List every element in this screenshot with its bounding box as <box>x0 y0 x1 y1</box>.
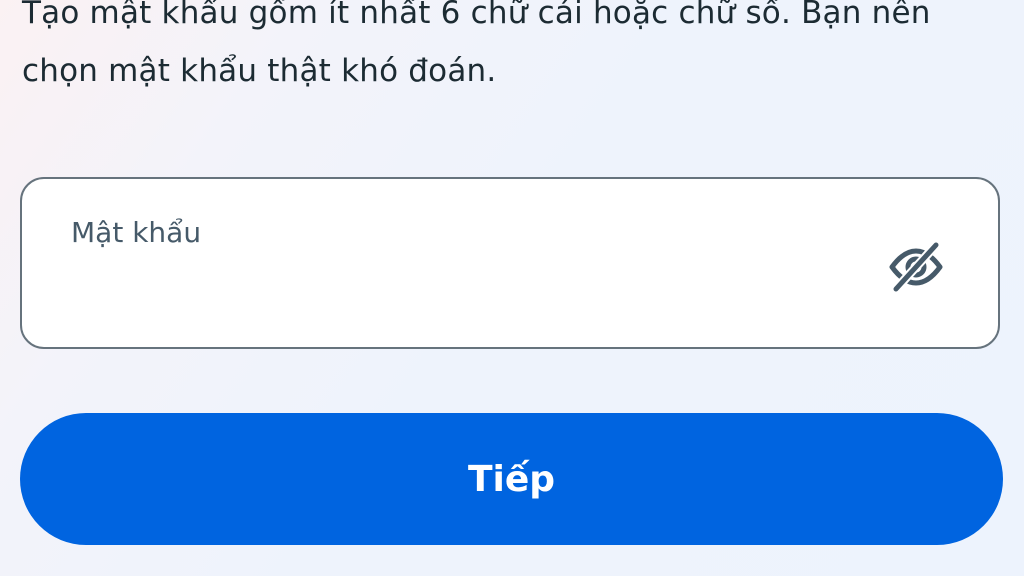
instruction-text: Tạo mật khẩu gồm ít nhất 6 chữ cái hoặc … <box>22 0 931 89</box>
password-input[interactable] <box>70 261 850 301</box>
password-field[interactable]: Mật khẩu <box>20 177 1000 349</box>
password-field-label: Mật khẩu <box>71 216 202 249</box>
show-password-toggle[interactable] <box>884 235 948 299</box>
next-button[interactable]: Tiếp <box>20 413 1003 545</box>
eye-slash-icon <box>889 240 943 294</box>
